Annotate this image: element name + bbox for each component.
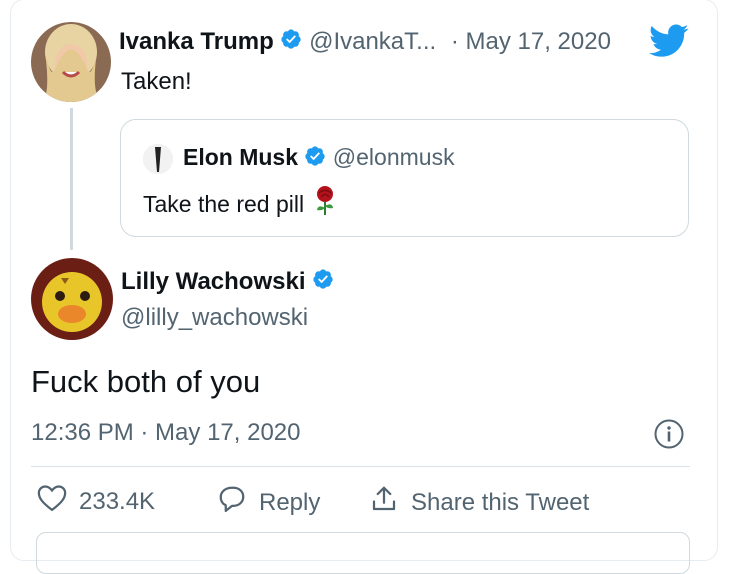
heart-icon xyxy=(37,484,79,519)
lilly-name[interactable]: Lilly Wachowski xyxy=(121,268,306,295)
separator: · xyxy=(450,28,459,55)
ivanka-avatar[interactable] xyxy=(31,22,111,102)
verified-badge-icon xyxy=(312,268,334,297)
tweet-timestamp[interactable]: 12:36 PM · May 17, 2020 xyxy=(31,419,300,447)
reply-button[interactable]: Reply xyxy=(217,484,320,521)
quote-body: Take the red pill xyxy=(143,186,336,222)
divider xyxy=(31,466,690,467)
twitter-bird-icon[interactable] xyxy=(649,24,689,63)
lilly-avatar[interactable] xyxy=(31,258,113,340)
share-icon xyxy=(369,484,411,521)
main-author-row: Lilly Wachowski xyxy=(121,268,334,297)
quote-text: Take the red pill xyxy=(143,190,305,217)
elon-name[interactable]: Elon Musk xyxy=(183,144,298,170)
lilly-handle[interactable]: @lilly_wachowski xyxy=(121,304,308,332)
quote-header: Elon Musk @elonmusk xyxy=(183,144,455,173)
rose-emoji-icon xyxy=(314,186,336,222)
like-count: 233.4K xyxy=(79,487,156,515)
verified-badge-icon xyxy=(280,28,302,57)
bottom-panel xyxy=(36,532,690,574)
reply-label: Reply xyxy=(259,488,321,516)
ivanka-handle[interactable]: @IvankaT... xyxy=(309,28,436,55)
share-button[interactable]: Share this Tweet xyxy=(369,484,589,521)
reply-to-header: Ivanka Trump @IvankaT... · May 17, 2020 xyxy=(119,28,611,57)
share-label: Share this Tweet xyxy=(411,488,590,516)
reply-icon xyxy=(217,484,259,521)
elon-avatar[interactable] xyxy=(143,144,173,174)
info-icon[interactable] xyxy=(653,418,685,455)
quoted-tweet[interactable]: Elon Musk @elonmusk Take the red pill xyxy=(120,119,689,237)
reply-to-text: Taken! xyxy=(121,68,192,95)
reply-to-date[interactable]: May 17, 2020 xyxy=(466,28,611,55)
elon-handle[interactable]: @elonmusk xyxy=(333,144,455,170)
tweet-card: Ivanka Trump @IvankaT... · May 17, 2020 … xyxy=(10,0,718,574)
verified-badge-icon xyxy=(304,145,326,173)
ivanka-name[interactable]: Ivanka Trump xyxy=(119,28,274,55)
thread-line xyxy=(70,108,73,250)
like-button[interactable]: 233.4K xyxy=(37,484,155,519)
tweet-text: Fuck both of you xyxy=(31,364,261,399)
